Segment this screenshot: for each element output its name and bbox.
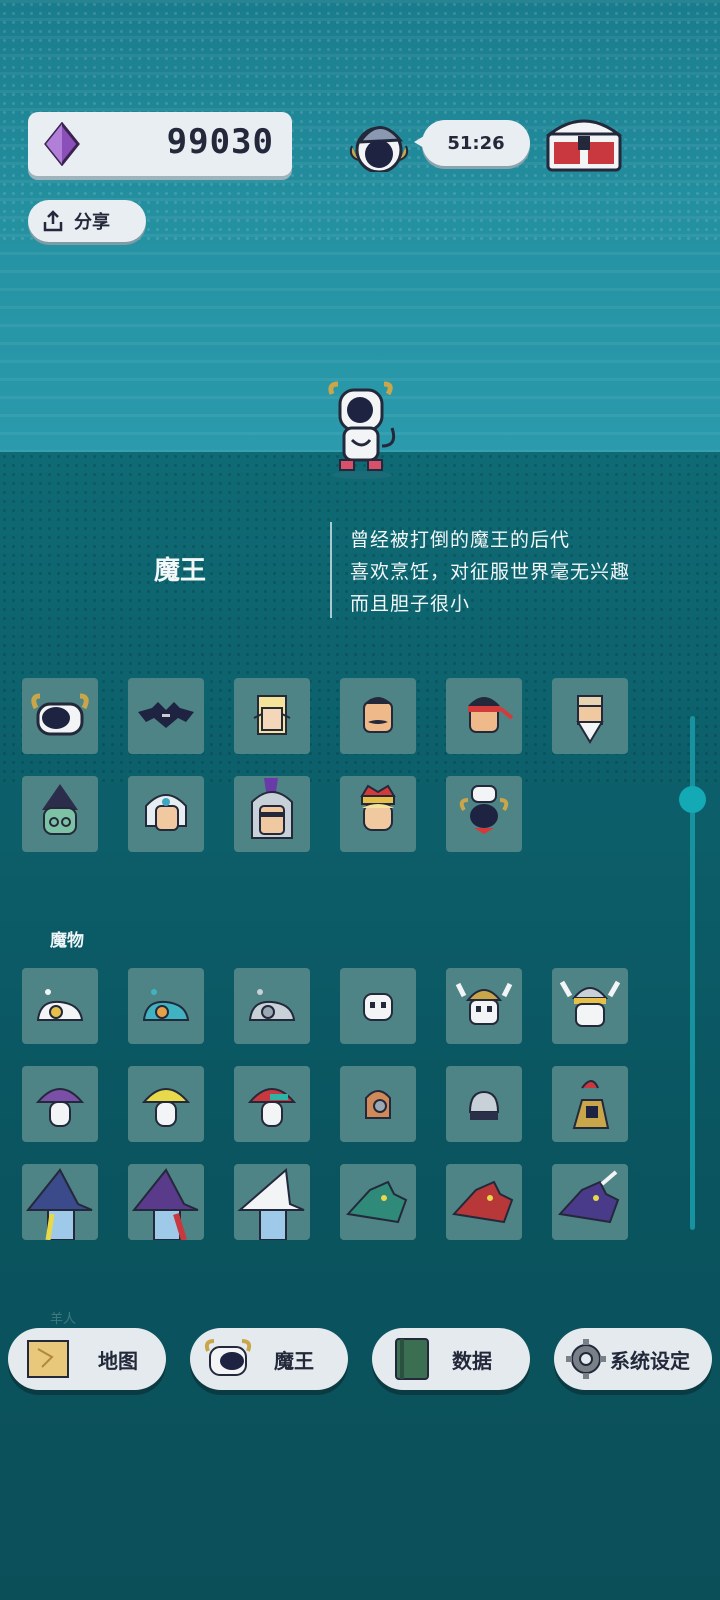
map-label: 地图 <box>98 1349 138 1373</box>
purple-witch-icon[interactable] <box>128 1164 204 1240</box>
demon-lord-icon <box>204 1339 252 1376</box>
description-line: 而且胆子很小 <box>350 593 471 615</box>
bat-icon[interactable] <box>128 678 204 754</box>
elf-icon[interactable] <box>234 678 310 754</box>
currency-amount: 99030 <box>166 122 274 162</box>
gear-icon <box>566 1339 606 1379</box>
character-description: 曾经被打倒的魔王的后代 喜欢烹饪，对征服世界毫无兴趣 而且胆子很小 <box>350 524 630 620</box>
red-dragon-icon[interactable] <box>446 1164 522 1240</box>
next-section-label-faded: 羊人 <box>50 1312 77 1327</box>
book-icon <box>395 1338 429 1380</box>
share-icon <box>43 210 63 232</box>
purple-gem-icon <box>44 122 80 166</box>
horned-skull-icon[interactable] <box>446 968 522 1044</box>
red-mushroom-icon[interactable] <box>234 1066 310 1142</box>
silver-helmet-icon[interactable] <box>446 1066 522 1142</box>
data-button[interactable]: 数据 <box>372 1328 530 1390</box>
demon-lord-icon[interactable] <box>22 678 98 754</box>
currency-box: 99030 <box>28 112 292 176</box>
settings-button[interactable]: 系统设定 <box>554 1328 712 1390</box>
settings-label: 系统设定 <box>610 1349 690 1373</box>
red-plume-helmet-icon[interactable] <box>552 1066 628 1142</box>
white-witch-icon[interactable] <box>234 1164 310 1240</box>
bronze-helmet-icon[interactable] <box>340 1066 416 1142</box>
white-hair-hero-icon[interactable] <box>128 776 204 852</box>
chef-demon-icon[interactable] <box>446 776 522 852</box>
treasure-chest-icon[interactable] <box>544 112 624 174</box>
purple-dragon-icon[interactable] <box>552 1164 628 1240</box>
old-sage-icon[interactable] <box>552 678 628 754</box>
crowned-skull-icon[interactable] <box>552 968 628 1044</box>
demon-lord-button[interactable]: 魔王 <box>190 1328 348 1390</box>
witch-girl-icon[interactable] <box>22 776 98 852</box>
headband-fighter-icon[interactable] <box>446 678 522 754</box>
demon-lord-character-sprite <box>328 381 396 479</box>
skull-icon[interactable] <box>340 968 416 1044</box>
map-button[interactable]: 地图 <box>8 1328 166 1390</box>
selected-character-name: 魔王 <box>153 556 206 586</box>
blue-witch-icon[interactable] <box>22 1164 98 1240</box>
map-scroll-icon <box>27 1340 69 1378</box>
purple-mushroom-icon[interactable] <box>22 1066 98 1142</box>
sleeping-demon-avatar-icon[interactable] <box>346 112 412 172</box>
share-label: 分享 <box>74 212 110 233</box>
scrollbar-thumb[interactable] <box>679 786 706 813</box>
description-divider <box>330 522 332 618</box>
share-button[interactable]: 分享 <box>28 200 146 242</box>
data-label: 数据 <box>452 1349 492 1373</box>
egg-slime-icon[interactable] <box>22 968 98 1044</box>
green-dragon-icon[interactable] <box>340 1164 416 1240</box>
teal-slime-icon[interactable] <box>128 968 204 1044</box>
description-line: 曾经被打倒的魔王的后代 <box>350 529 571 551</box>
timer-display: 51:26 <box>414 120 530 166</box>
king-icon[interactable] <box>340 776 416 852</box>
mustache-man-icon[interactable] <box>340 678 416 754</box>
description-line: 喜欢烹饪，对征服世界毫无兴趣 <box>350 561 631 583</box>
demon-lord-label: 魔王 <box>274 1349 314 1373</box>
monsters-section-title: 魔物 <box>50 931 84 951</box>
gray-slime-icon[interactable] <box>234 968 310 1044</box>
yellow-mushroom-icon[interactable] <box>128 1066 204 1142</box>
knight-icon[interactable] <box>234 776 310 852</box>
